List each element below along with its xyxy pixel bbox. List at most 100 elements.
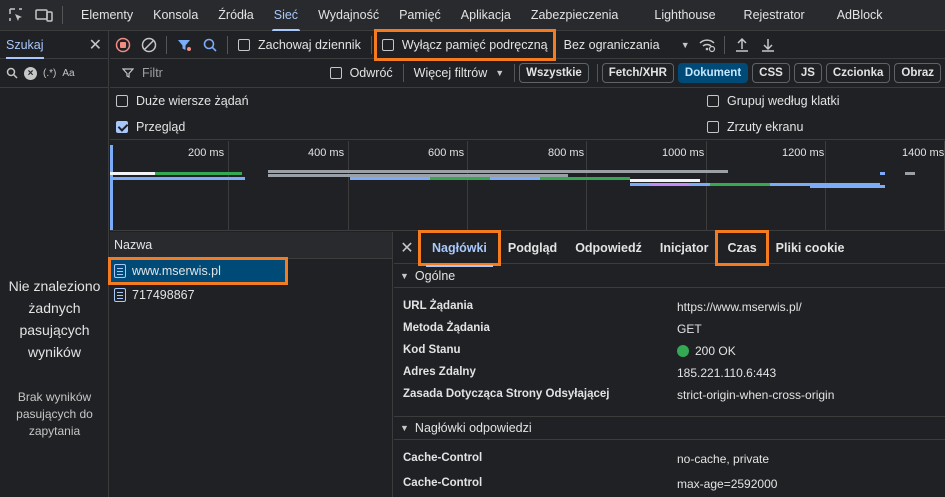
header-row: Metoda Żądania GET [394,318,945,340]
screenshots-label: Zrzuty ekranu [727,120,804,134]
header-row: Adres Zdalny 185.221.110.6:443 [394,362,945,384]
name-column-header[interactable]: Nazwa [110,232,392,259]
chip-all[interactable]: Wszystkie [519,63,589,83]
header-key: Kod Stanu [403,344,461,356]
header-value: no-cache, private [677,452,770,466]
checkbox-checked[interactable] [116,121,128,133]
tick-label: 1400 ms [902,147,945,159]
search-icon [6,67,18,79]
screenshots-checkbox[interactable]: Zrzuty ekranu [707,120,803,134]
divider [514,64,516,82]
tick-label: 600 ms [428,147,465,159]
tab-application[interactable]: Aplikacja [451,0,521,31]
tab-performance[interactable]: Wydajność [308,0,389,31]
timeline-overview[interactable]: 200 ms 400 ms 600 ms 800 ms 1000 ms 1200… [110,141,945,231]
large-rows-checkbox[interactable]: Duże wiersze żądań [116,94,249,108]
search-panel-title[interactable]: Szukaj [6,31,44,59]
inspect-element-icon[interactable] [4,3,28,27]
header-row: URL Żądania https://www.mserwis.pl/ [394,296,945,318]
checkbox-box[interactable] [381,38,394,51]
chip-image[interactable]: Obraz [894,63,941,83]
chip-document[interactable]: Dokument [677,63,749,83]
filter-icon[interactable] [171,31,197,59]
group-by-frame-checkbox[interactable]: Grupuj według klatki [707,94,840,108]
close-icon[interactable]: ✕ [394,238,420,258]
checkbox-box[interactable] [329,67,342,79]
tick-label: 1000 ms [662,147,705,159]
request-row[interactable]: 717498867 [110,283,392,307]
export-har-icon[interactable] [755,31,781,59]
network-conditions-icon[interactable] [694,31,720,59]
search-icon[interactable] [197,31,223,59]
chip-fetch-xhr[interactable]: Fetch/XHR [601,63,674,83]
status-ok-icon [677,345,689,357]
tab-sources[interactable]: Źródła [208,0,263,31]
tab-lighthouse[interactable]: Lighthouse [644,0,725,31]
device-toolbar-icon[interactable] [32,3,56,27]
tab-recorder[interactable]: Rejestrator [734,0,815,31]
filter-placeholder: Filtr [142,66,163,80]
search-input-row[interactable]: × (.*) Aa [0,59,108,88]
clear-search-icon[interactable]: × [24,66,37,80]
chevron-down-icon: ▼ [400,423,409,433]
header-key: Cache-Control [403,452,483,464]
match-case-toggle[interactable]: Aa [62,68,74,79]
close-icon[interactable]: ✕ [89,35,102,55]
preserve-log-label: Zachowaj dziennik [258,37,361,52]
tab-memory[interactable]: Pamięć [389,0,451,31]
header-row: Cache-Control max-age=2592000 [394,473,945,495]
overview-checkbox[interactable]: Przegląd [116,120,185,134]
chip-font[interactable]: Czcionka [825,63,891,83]
checkbox-box[interactable] [707,95,719,107]
chip-css[interactable]: CSS [752,63,790,83]
invert-checkbox[interactable]: Odwróć [324,66,399,80]
header-key: Metoda Żądania [403,322,490,334]
filter-bar: Filtr Odwróć Więcej filtrów ▼ Wszystkie … [110,59,945,88]
request-row[interactable]: www.mserwis.pl [108,257,288,285]
tab-adblock[interactable]: AdBlock [827,0,893,31]
section-title: Nagłówki odpowiedzi [414,421,532,435]
tab-cookies[interactable]: Pliki cookie [767,235,854,261]
status-text: 200 OK [695,344,736,358]
general-section-header[interactable]: ▼ Ogólne [394,264,945,288]
chip-js[interactable]: JS [793,63,822,83]
header-key: Cache-Control [403,477,483,489]
header-value: 185.221.110.6:443 [677,366,777,380]
throttling-value: Bez ograniczania [563,37,660,52]
tab-preview[interactable]: Podgląd [499,235,566,261]
tab-initiator[interactable]: Inicjator [651,235,718,261]
more-filters-dropdown[interactable]: Więcej filtrów ▼ [408,66,511,80]
record-stop-icon[interactable] [110,31,136,59]
checkbox-box[interactable] [238,38,250,51]
clear-log-icon[interactable] [136,31,162,59]
disable-cache-label: Wyłącz pamięć podręczną [401,37,548,52]
tab-security[interactable]: Zabezpieczenia [521,0,629,31]
checkbox-box[interactable] [707,121,719,133]
checkbox-box[interactable] [116,95,128,107]
tab-response[interactable]: Odpowiedź [566,235,651,261]
filter-input[interactable]: Filtr [116,62,324,84]
tab-elements[interactable]: Elementy [71,0,143,31]
header-row: Zasada Dotycząca Strony Odsyłającej stri… [394,384,945,406]
request-name: 717498867 [132,288,195,302]
header-value: GET [677,322,702,336]
divider [596,64,598,82]
header-value: https://www.mserwis.pl/ [677,300,802,314]
header-key: Adres Zdalny [403,366,476,378]
tab-console[interactable]: Konsola [143,0,208,31]
response-headers-section-header[interactable]: ▼ Nagłówki odpowiedzi [394,416,945,440]
tick-label: 800 ms [548,147,585,159]
regex-toggle[interactable]: (.*) [43,68,56,79]
tab-headers[interactable]: Nagłówki [418,229,501,267]
disable-cache-checkbox[interactable]: Wyłącz pamięć podręczną [373,28,556,61]
tab-network[interactable]: Sieć [264,0,308,31]
divider [166,35,167,54]
section-title: Ogólne [414,268,456,283]
tab-timing[interactable]: Czas [715,229,769,266]
header-key: Zasada Dotycząca Strony Odsyłającej [403,388,610,400]
preserve-log-checkbox[interactable]: Zachowaj dziennik [232,38,367,52]
throttling-select[interactable]: Bez ograniczania ▼ [560,34,694,56]
import-har-icon[interactable] [729,31,755,59]
header-row: Cache-Control no-cache, private [394,448,945,473]
request-details: ✕ Nagłówki Podgląd Odpowiedź Inicjator C… [394,229,945,497]
